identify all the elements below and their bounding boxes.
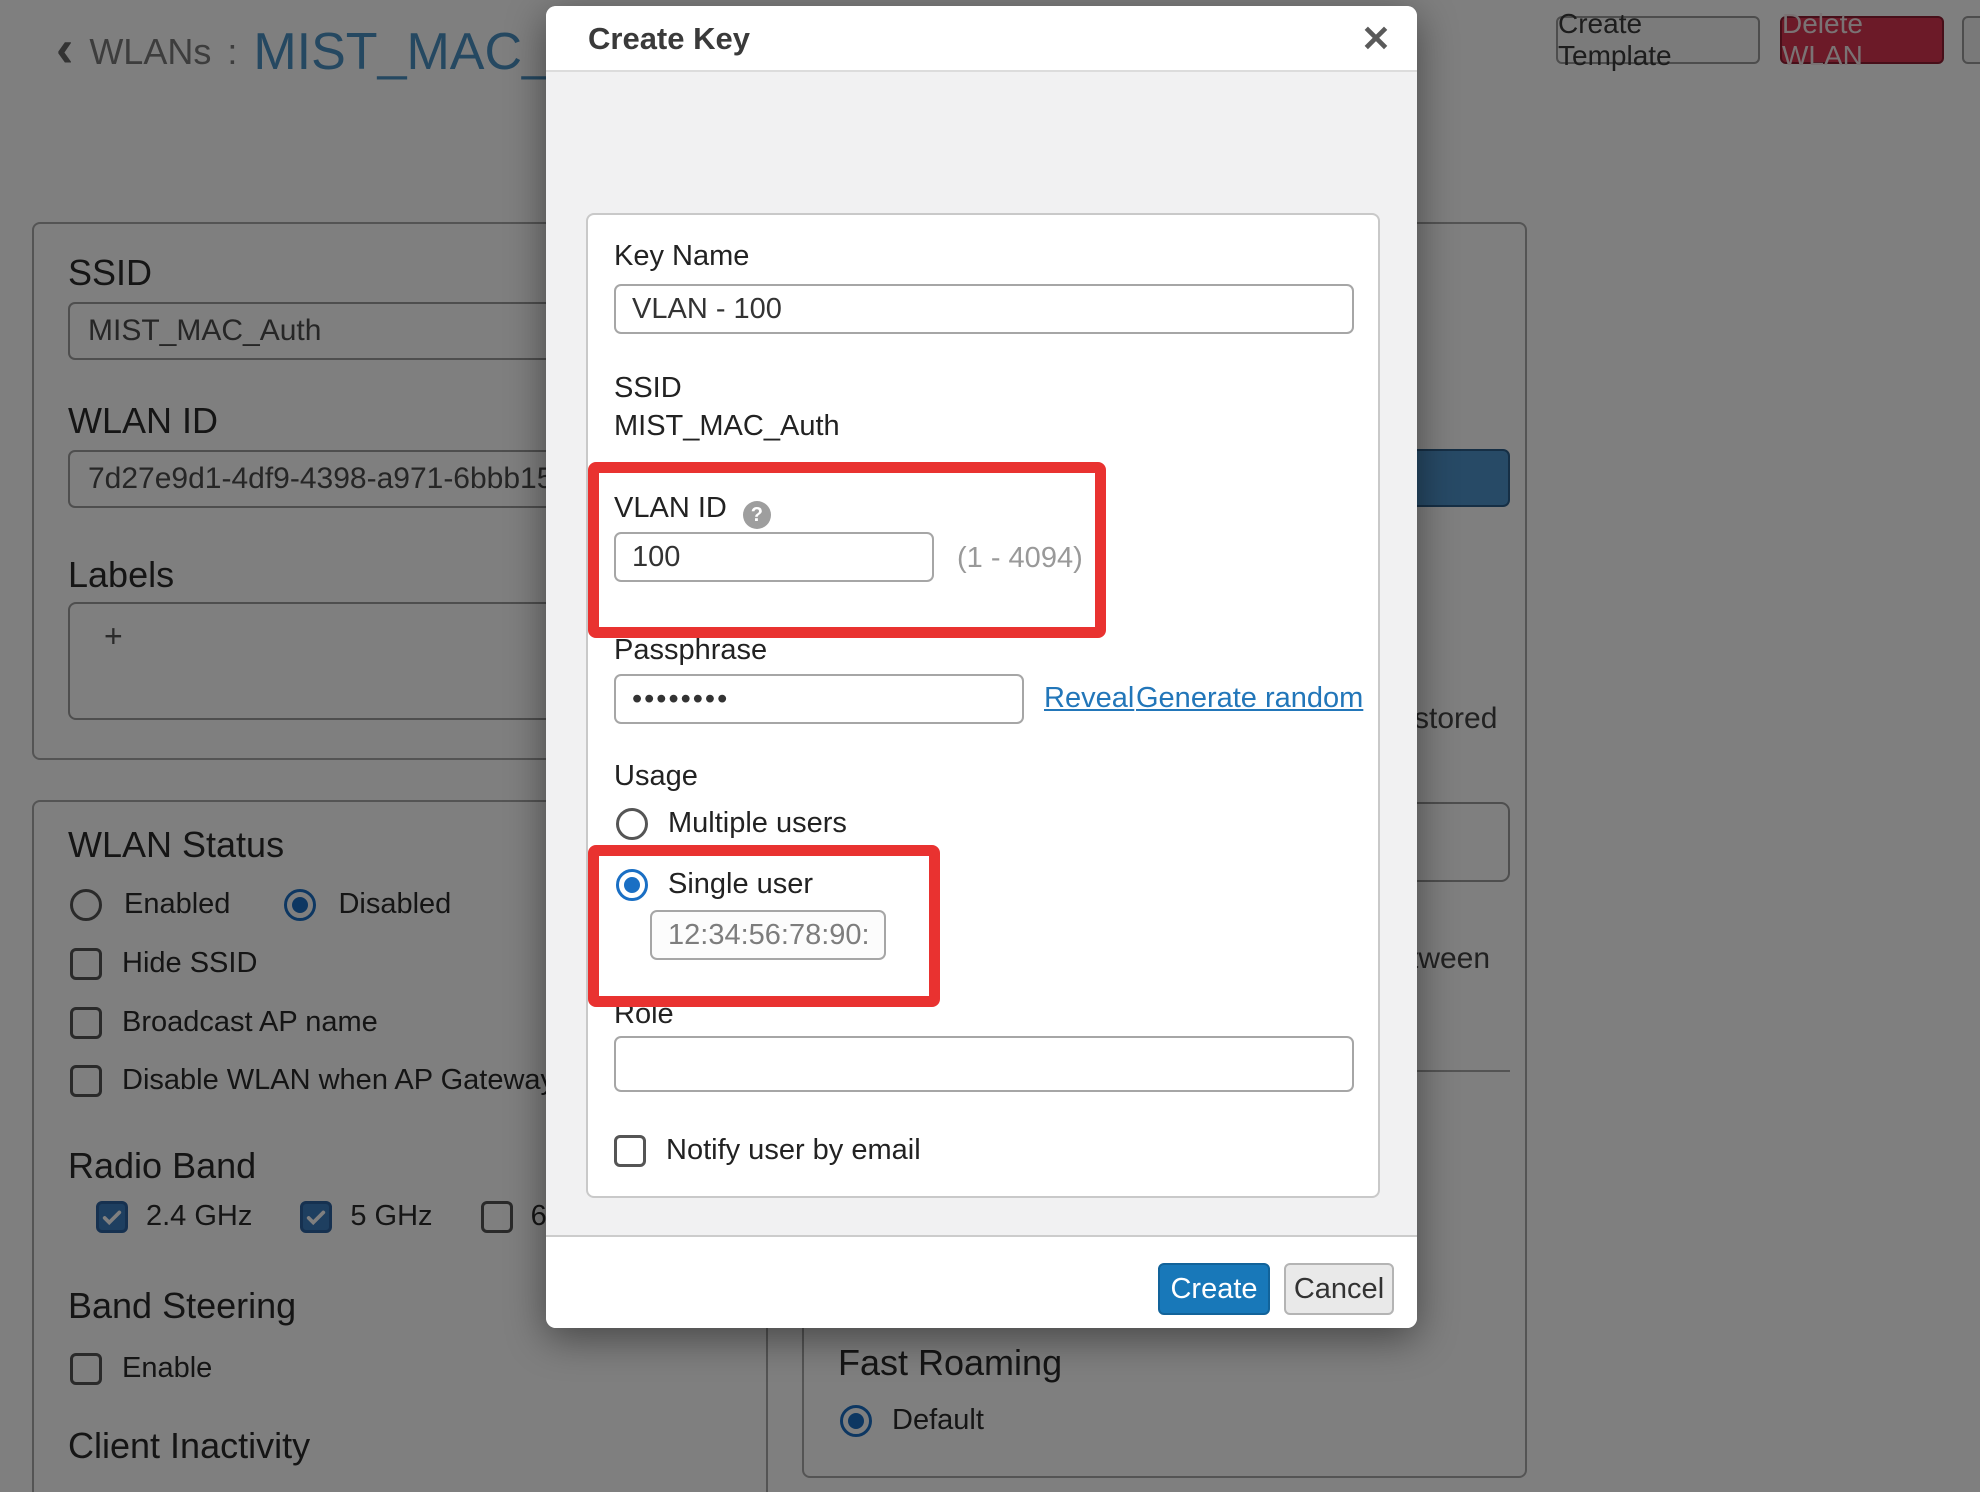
modal-ssid-value: MIST_MAC_Auth [614,410,840,443]
single-user-radio[interactable] [616,869,648,901]
generate-random-link[interactable]: Generate random [1136,682,1363,715]
create-key-form-panel: Key Name SSID MIST_MAC_Auth VLAN ID ? (1… [586,213,1380,1198]
create-key-modal: Create Key ✕ Key Name SSID MIST_MAC_Auth… [546,6,1417,1328]
help-icon[interactable]: ? [743,501,771,529]
screen: ‹ WLANs : MIST_MAC_Auth Create Template … [0,0,1980,1492]
multiple-users-radio[interactable] [616,808,648,840]
role-label: Role [614,998,674,1031]
key-name-input[interactable] [614,284,1354,334]
modal-title: Create Key [588,6,750,72]
multiple-users-label: Multiple users [668,807,847,840]
create-button[interactable]: Create [1158,1263,1270,1315]
close-icon[interactable]: ✕ [1361,6,1391,72]
cancel-button[interactable]: Cancel [1284,1263,1394,1315]
usage-label: Usage [614,760,698,793]
vlan-range-hint: (1 - 4094) [957,542,1083,575]
modal-footer: Create Cancel [546,1235,1417,1328]
passphrase-label: Passphrase [614,634,767,667]
key-name-label: Key Name [614,240,749,273]
vlan-id-input[interactable] [614,532,934,582]
reveal-link[interactable]: Reveal [1044,682,1134,715]
modal-ssid-label: SSID [614,372,682,405]
modal-header: Create Key ✕ [546,6,1417,72]
mac-address-input[interactable] [650,910,886,960]
single-user-label: Single user [668,868,813,901]
vlan-id-label: VLAN ID [614,492,727,525]
passphrase-input[interactable] [614,674,1024,724]
role-input[interactable] [614,1036,1354,1092]
notify-email-label: Notify user by email [666,1134,921,1167]
notify-email-checkbox[interactable] [614,1135,646,1167]
